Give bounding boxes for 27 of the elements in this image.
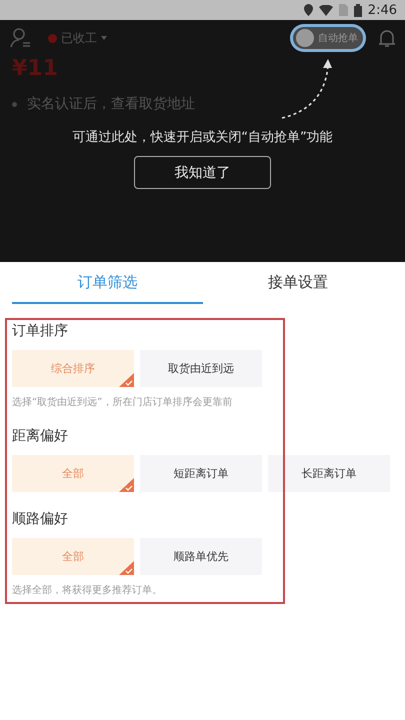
filter-option[interactable]: 取货由近到远 bbox=[140, 350, 262, 387]
section-title: 订单排序 bbox=[12, 322, 69, 340]
battery-icon bbox=[354, 4, 362, 16]
got-it-button[interactable]: 我知道了 bbox=[134, 156, 271, 189]
order-price: ¥11 bbox=[11, 56, 59, 81]
section-title: 顺路偏好 bbox=[12, 510, 69, 528]
caret-icon bbox=[101, 36, 107, 40]
location-icon bbox=[304, 4, 313, 16]
dashed-arrow bbox=[280, 58, 332, 120]
address-line: 实名认证后，查看取货地址 bbox=[27, 95, 195, 113]
coach-message: 可通过此处，快速开启或关闭“自动抢单”功能 bbox=[72, 129, 333, 146]
sheet-tab[interactable]: 订单筛选 bbox=[12, 262, 202, 304]
hint-text: 选择全部，将获得更多推荐订单。 bbox=[12, 584, 163, 597]
sheet-tab[interactable]: 接单设置 bbox=[202, 262, 393, 304]
hint-text: 选择“取货由近到远”，所在门店订单排序会更靠前 bbox=[12, 396, 234, 409]
filter-option[interactable]: 短距离订单 bbox=[140, 455, 262, 492]
clock-time: 2:46 bbox=[368, 2, 397, 18]
filter-option[interactable]: 顺路单优先 bbox=[140, 538, 262, 575]
section-title: 距离偏好 bbox=[12, 427, 69, 445]
check-corner-icon bbox=[119, 478, 134, 492]
check-corner-icon bbox=[119, 373, 134, 387]
wifi-icon bbox=[318, 4, 333, 16]
bell-icon[interactable] bbox=[379, 28, 395, 48]
filter-option[interactable]: 长距离订单 bbox=[268, 455, 390, 492]
no-sim-icon bbox=[338, 4, 348, 16]
check-corner-icon bbox=[119, 561, 134, 575]
user-icon[interactable] bbox=[10, 28, 32, 48]
